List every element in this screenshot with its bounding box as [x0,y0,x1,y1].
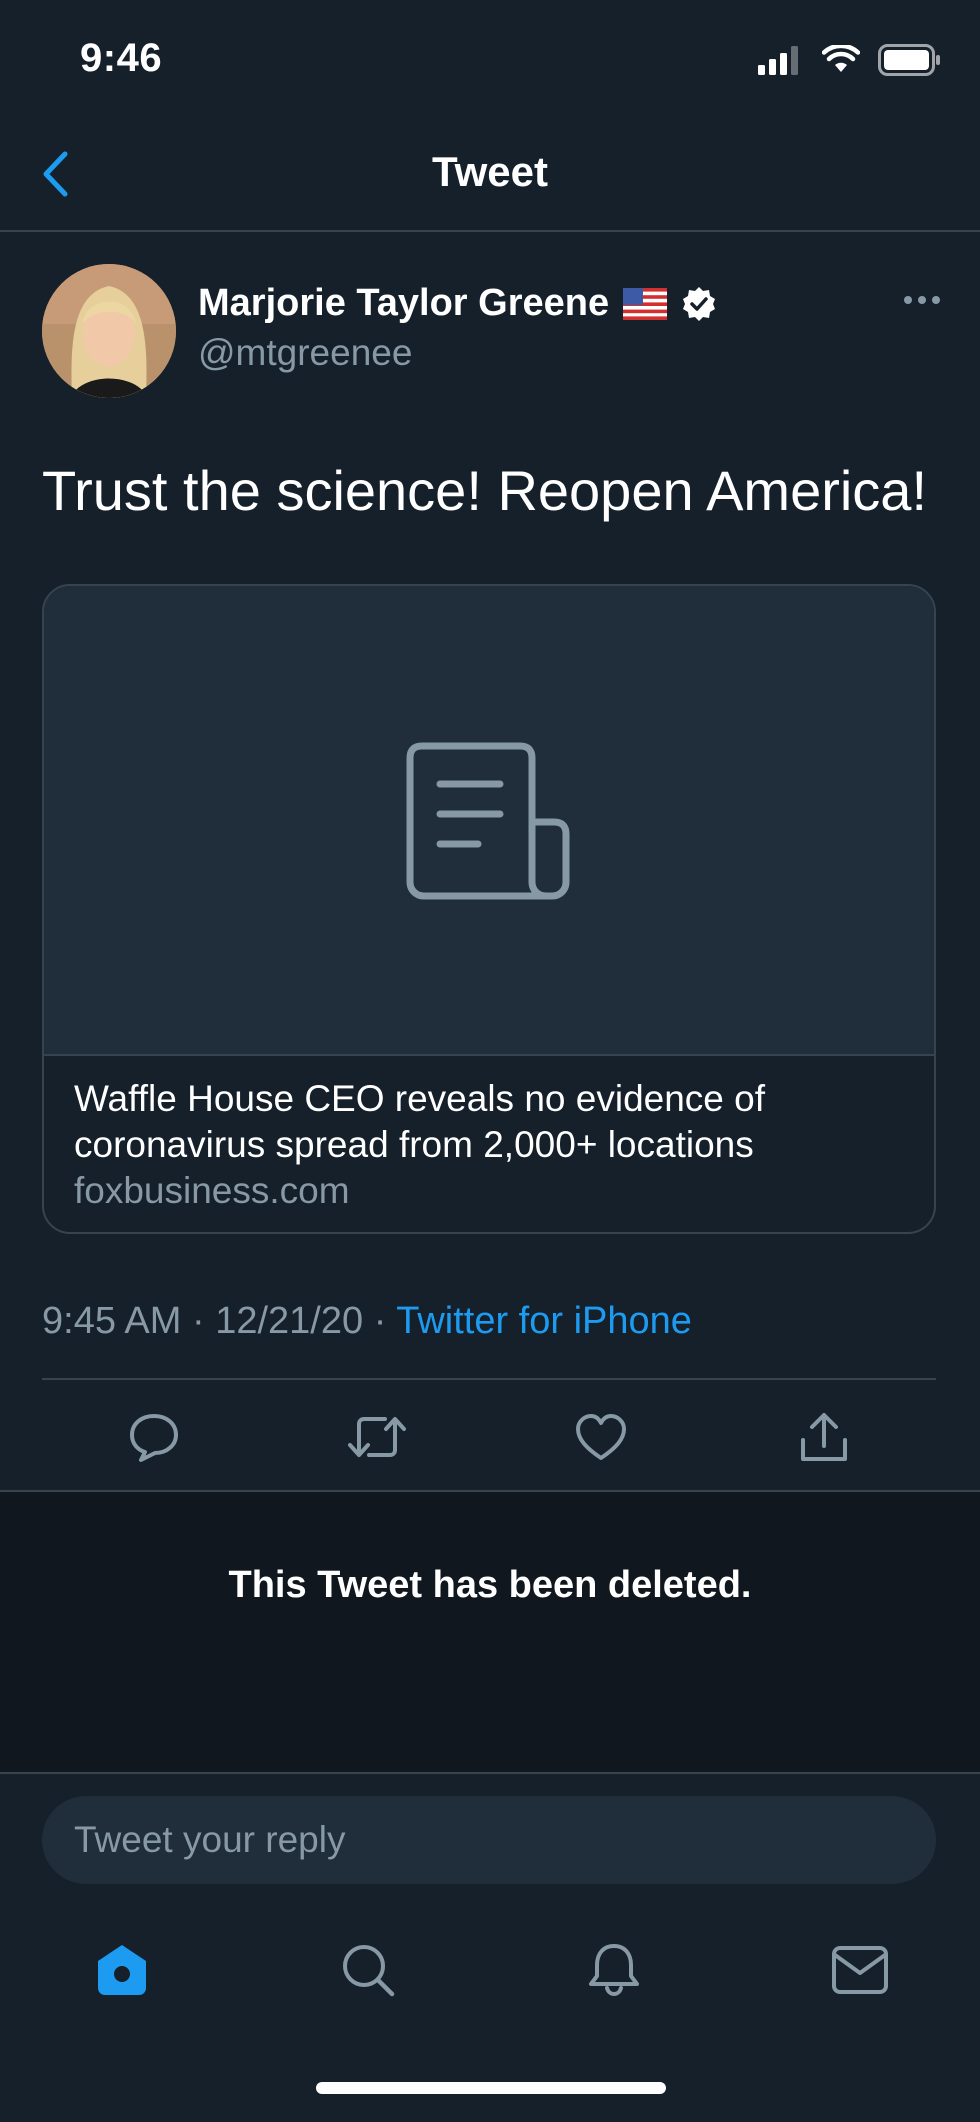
wifi-icon [822,45,860,72]
reply-input[interactable] [42,1796,936,1884]
page-title: Tweet [432,148,548,195]
card-media [44,586,934,1056]
home-icon [98,1945,146,1995]
author-name-text: Marjorie Taylor Greene [198,282,610,324]
notifications-icon [589,1944,639,1997]
avatar[interactable] [42,264,176,398]
tweet-source-link[interactable]: Twitter for iPhone [396,1300,692,1342]
link-card[interactable]: Waffle House CEO reveals no evidence of … [42,584,936,1234]
tweet-meta: 9:45 AM · 12/21/20 · Twitter for iPhone [42,1300,692,1343]
tab-messages[interactable] [820,1930,900,2010]
retweet-icon [348,1417,407,1457]
card-title: Waffle House CEO reveals no evidence of … [74,1078,766,1165]
messages-icon [832,1946,888,1994]
profile-photo [42,264,176,398]
more-options-icon[interactable] [904,296,940,304]
tweet-text: Trust the science! Reopen America! [42,459,928,522]
card-body: Waffle House CEO reveals no evidence of … [74,1076,914,1214]
reply-button[interactable] [114,1398,194,1476]
status-icons [758,44,942,76]
deleted-notice: This Tweet has been deleted. [228,1564,752,1606]
tab-notifications[interactable] [574,1930,654,2010]
tab-home[interactable] [82,1930,162,2010]
battery-icon [878,44,940,76]
tab-bar [0,1930,980,2010]
retweet-button[interactable] [337,1398,417,1476]
search-icon [343,1945,395,1997]
meta-separator: · [373,1300,397,1342]
tweet-time: 9:45 AM [42,1300,182,1342]
status-time: 9:46 [80,36,163,80]
share-icon [801,1413,848,1461]
tweet-date: 12/21/20 [215,1300,364,1342]
tab-search[interactable] [328,1930,408,2010]
share-button[interactable] [784,1398,864,1476]
home-indicator [316,2082,666,2094]
like-icon [575,1414,626,1460]
card-domain: foxbusiness.com [74,1170,350,1211]
like-button[interactable] [561,1398,641,1476]
verified-badge-icon [683,286,716,321]
action-bar [42,1398,936,1476]
deleted-tweet-panel [0,1492,980,1772]
cellular-signal-icon [758,46,798,75]
author-handle[interactable]: @mtgreenee [198,332,412,374]
header-divider [0,230,980,232]
meta-divider [42,1378,936,1380]
us-flag-icon [623,287,668,320]
article-icon [406,742,570,900]
author-name[interactable]: Marjorie Taylor Greene [198,282,717,325]
meta-separator: · [191,1300,216,1342]
reply-icon [129,1414,178,1462]
